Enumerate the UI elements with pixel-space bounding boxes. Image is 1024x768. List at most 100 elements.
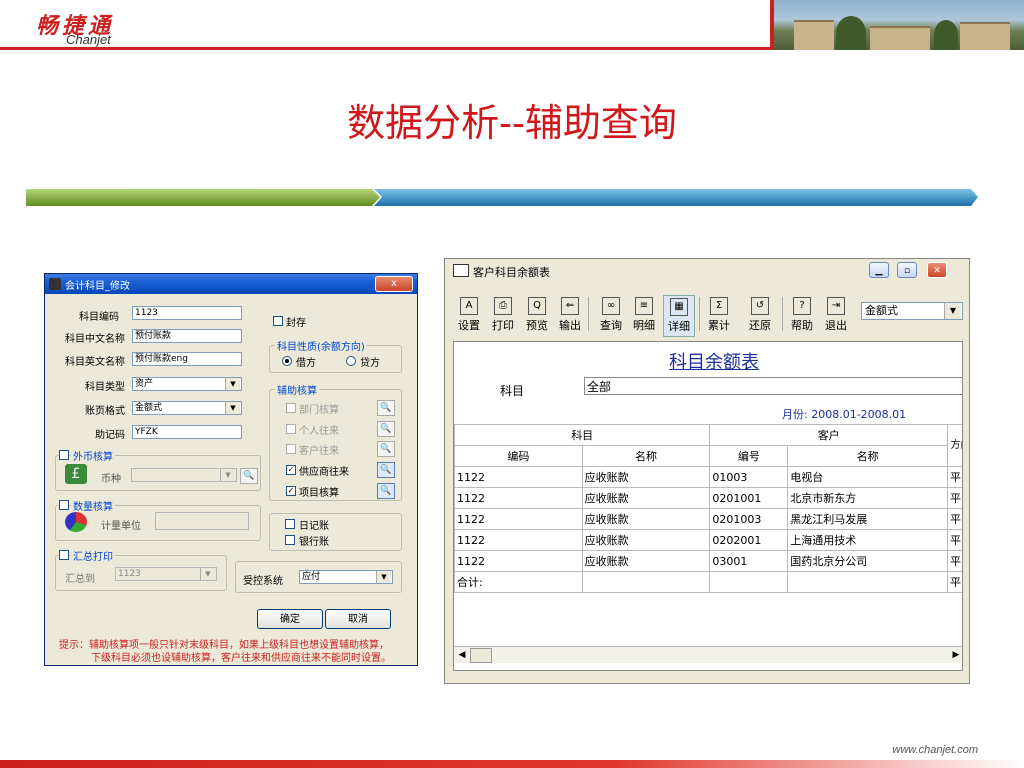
footer-line: [0, 760, 1024, 768]
table-row[interactable]: 1122 应收账款 0201003 黑龙江利马发展 平: [454, 508, 962, 530]
toolbar-query-button[interactable]: ∞ 查询: [597, 295, 625, 335]
toolbar-help-button[interactable]: ? 帮助: [787, 295, 817, 335]
horizontal-scrollbar[interactable]: ◀ ▶: [454, 646, 962, 663]
unit-input[interactable]: [155, 512, 249, 530]
search-icon[interactable]: 🔍: [240, 468, 258, 484]
cell-customer-name: 上海通用技术: [787, 529, 948, 551]
display-mode-value: 金额式: [865, 304, 898, 317]
photo-building: [870, 26, 930, 50]
mnemonic-input[interactable]: YFZK: [132, 425, 242, 439]
binoculars-icon: ∞: [602, 297, 620, 315]
toolbar-separator: [699, 297, 700, 331]
table-row[interactable]: 1122 应收账款 01003 电视台 平: [454, 466, 962, 488]
chevron-down-icon[interactable]: ▼: [220, 469, 235, 481]
chevron-down-icon[interactable]: ▼: [225, 378, 240, 390]
chevron-down-icon[interactable]: ▼: [225, 402, 240, 414]
foreign-currency-title: 外币核算: [71, 448, 115, 463]
dept-accounting-checkbox[interactable]: [286, 403, 296, 413]
subject-filter-field[interactable]: 全部: [584, 377, 962, 395]
header-divider-line: [0, 47, 770, 50]
bank-checkbox[interactable]: [285, 535, 295, 545]
supplier-accounting-checkbox[interactable]: ✓: [286, 465, 296, 475]
cancel-button[interactable]: 取消: [325, 609, 391, 629]
search-icon[interactable]: 🔍: [377, 462, 395, 478]
toolbar-cumulative-button[interactable]: Σ 累计: [705, 295, 733, 335]
close-button[interactable]: x: [375, 276, 413, 292]
page-format-value: 金额式: [135, 403, 163, 413]
search-icon[interactable]: 🔍: [377, 483, 395, 499]
toolbar-exit-button[interactable]: ⇥ 退出: [821, 295, 851, 335]
scroll-right-icon[interactable]: ▶: [949, 648, 962, 662]
debit-radio[interactable]: [282, 356, 292, 366]
page-format-select[interactable]: 金额式 ▼: [132, 401, 242, 415]
currency-select[interactable]: ▼: [131, 468, 237, 482]
printer-icon: ⎙: [494, 297, 512, 315]
search-icon[interactable]: 🔍: [377, 441, 395, 457]
ok-button[interactable]: 确定: [257, 609, 323, 629]
personal-accounting-checkbox[interactable]: [286, 424, 296, 434]
summary-print-checkbox[interactable]: [59, 550, 69, 560]
search-icon[interactable]: 🔍: [377, 400, 395, 416]
customer-balance-window: 客户科目余额表 ▁ ▫ ✕ A 设置 ⎙ 打印 Q 预览 ⇐ 输出 ∞ 查询 ≡ 明细 ▦ 详…: [444, 258, 970, 684]
scroll-thumb[interactable]: [470, 648, 492, 663]
account-cn-name-input[interactable]: 预付账款: [132, 329, 242, 343]
toolbar-label: 查询: [600, 319, 622, 332]
close-icon: ✕: [933, 266, 941, 276]
cell-code: 1122: [454, 550, 583, 572]
total-row[interactable]: 合计: 平: [454, 571, 962, 593]
account-type-value: 资产: [135, 379, 154, 389]
header-subject-code: 编码: [454, 445, 583, 467]
toolbar-print-button[interactable]: ⎙ 打印: [489, 295, 517, 335]
toolbar-detail-button[interactable]: ≡ 明细: [630, 295, 658, 335]
customer-accounting-checkbox[interactable]: [286, 444, 296, 454]
toolbar-label: 详细: [668, 320, 690, 333]
seal-checkbox[interactable]: [273, 316, 283, 326]
toolbar-preview-button[interactable]: Q 预览: [523, 295, 551, 335]
toolbar-label: 打印: [492, 319, 514, 332]
table-row[interactable]: 1122 应收账款 03001 国药北京分公司 平: [454, 550, 962, 572]
chevron-down-icon[interactable]: ▼: [376, 571, 391, 583]
photo-tree: [836, 16, 866, 50]
account-en-name-input[interactable]: 预付账款eng: [132, 352, 242, 366]
table-row[interactable]: 1122 应收账款 0201001 北京市新东方 平: [454, 487, 962, 509]
exit-icon: ⇥: [827, 297, 845, 315]
section-divider-bar: [26, 189, 978, 206]
summary-to-select[interactable]: 1123 ▼: [115, 567, 217, 581]
summary-print-title: 汇总打印: [71, 548, 115, 563]
cell-code: 1122: [454, 529, 583, 551]
scroll-left-icon[interactable]: ◀: [455, 648, 469, 662]
chevron-down-icon[interactable]: ▼: [200, 568, 215, 580]
credit-label: 贷方: [360, 358, 380, 369]
unit-label: 计量单位: [101, 521, 141, 532]
cell-direction: 平: [947, 571, 962, 593]
header-customer-no: 编号: [709, 445, 789, 467]
minimize-button[interactable]: ▁: [869, 262, 889, 278]
controlled-system-select[interactable]: 应付 ▼: [299, 570, 393, 584]
search-icon[interactable]: 🔍: [377, 421, 395, 437]
divider-green-segment: [26, 189, 380, 206]
cell-customer-name: 北京市新东方: [787, 487, 948, 509]
chevron-down-icon[interactable]: ▼: [944, 303, 961, 319]
close-button[interactable]: ✕: [927, 262, 947, 278]
account-edit-dialog: 会计科目_修改 x 科目编码 1123 科目中文名称 预付账款 科目英文名称 预…: [44, 273, 418, 666]
bank-label: 银行账: [299, 537, 329, 548]
toolbar-settings-button[interactable]: A 设置: [455, 295, 483, 335]
foreign-currency-checkbox[interactable]: [59, 450, 69, 460]
account-type-select[interactable]: 资产 ▼: [132, 377, 242, 391]
cell-customer-no: 0202001: [709, 529, 789, 551]
window-title: 客户科目余额表: [473, 266, 550, 279]
account-code-input[interactable]: 1123: [132, 306, 242, 320]
table-row[interactable]: 1122 应收账款 0202001 上海通用技术 平: [454, 529, 962, 551]
project-accounting-checkbox[interactable]: ✓: [286, 486, 296, 496]
credit-radio[interactable]: [346, 356, 356, 366]
quantity-checkbox[interactable]: [59, 500, 69, 510]
toolbar-export-button[interactable]: ⇐ 输出: [556, 295, 584, 335]
toolbar-restore-button[interactable]: ↺ 还原: [745, 295, 775, 335]
display-mode-select[interactable]: 金额式 ▼: [861, 302, 963, 320]
cell-customer-name: 国药北京分公司: [787, 550, 948, 572]
toolbar-full-detail-button[interactable]: ▦ 详细: [663, 295, 695, 337]
maximize-button[interactable]: ▫: [897, 262, 917, 278]
journal-checkbox[interactable]: [285, 519, 295, 529]
brand-logo-english: Chanjet: [66, 32, 111, 47]
app-icon: [49, 278, 61, 290]
